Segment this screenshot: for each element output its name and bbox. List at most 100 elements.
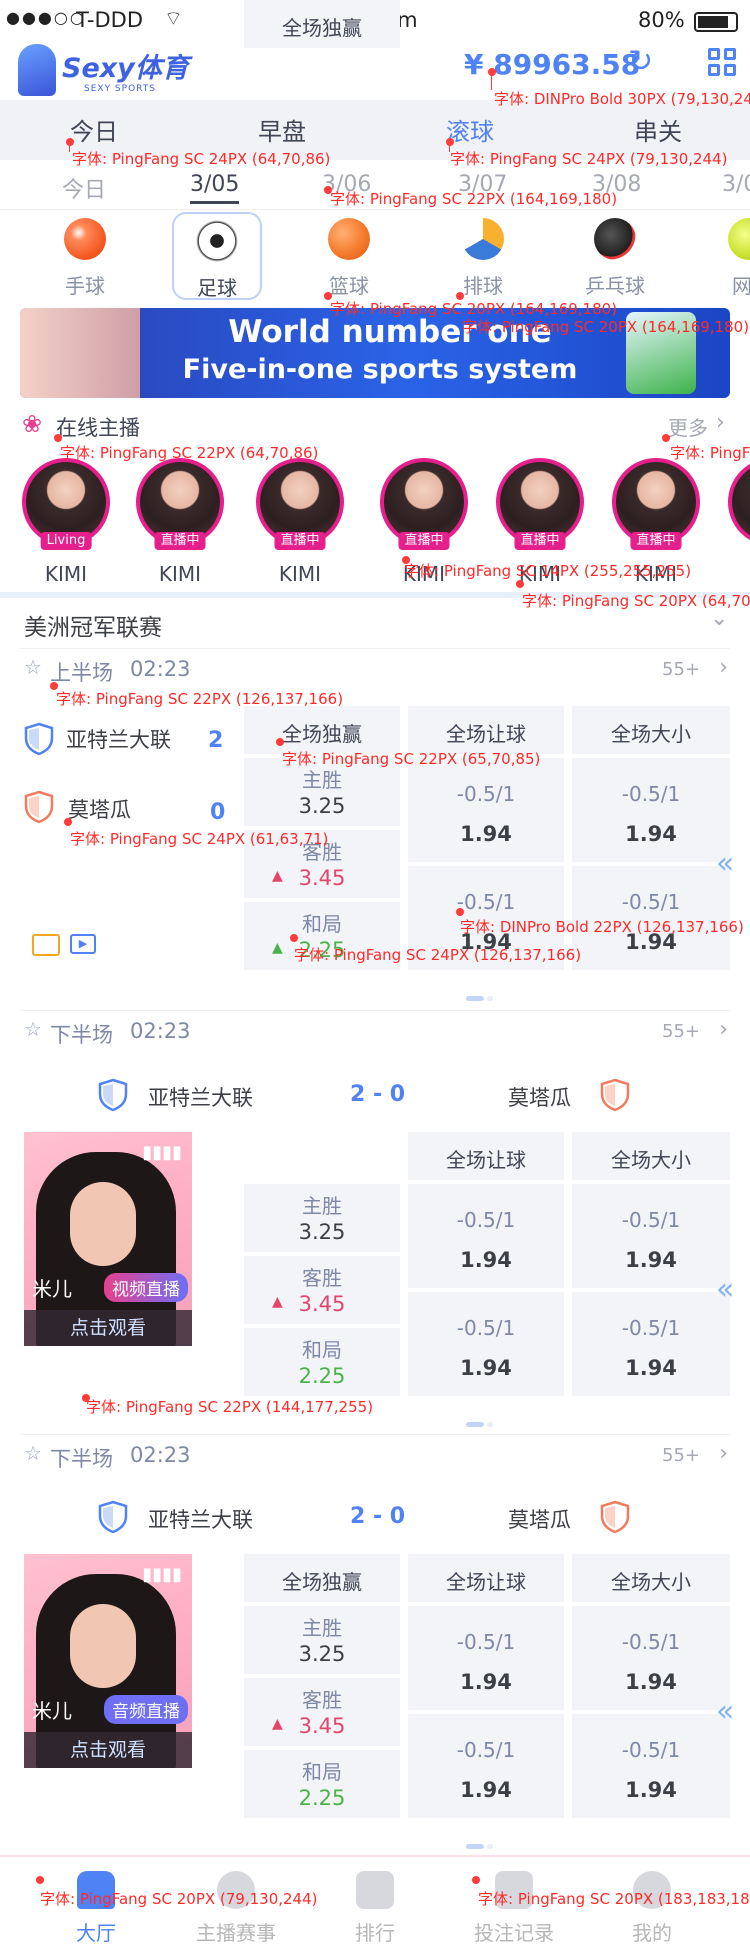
- live-badge: Living: [40, 532, 92, 550]
- chevron-left-double-icon[interactable]: «: [716, 1694, 734, 1729]
- home-score: 2: [208, 728, 224, 753]
- anchor-section-header: ❀ 在线主播 更多 ›: [0, 404, 750, 448]
- league-title: 美洲冠军联赛: [24, 615, 162, 641]
- odds-draw[interactable]: 和局 2.25: [244, 1328, 400, 1396]
- screen: ●●●○○ T-DDD ⌔ 1:43 pm 80% Sexy体育 SEXY SP…: [0, 0, 750, 1957]
- live-badge: 直播中: [630, 532, 682, 550]
- odds-over-under[interactable]: -0.5/1 1.94: [572, 1606, 730, 1710]
- star-icon[interactable]: ☆: [24, 1017, 42, 1041]
- date-today[interactable]: 今日: [62, 172, 106, 204]
- star-icon[interactable]: ☆: [24, 655, 42, 679]
- anchor-card[interactable]: [726, 452, 750, 588]
- live-badge: 直播中: [154, 532, 206, 550]
- home-team: 亚特兰大联: [66, 728, 171, 752]
- video-live-card[interactable]: ▮▮▮▮ 米儿 视频直播 点击观看: [24, 1132, 192, 1346]
- match-half: 下半场: [50, 1447, 113, 1471]
- market-count: 55+: [662, 1021, 700, 1042]
- nav-label: 投注记录: [474, 1921, 554, 1945]
- sport-handball[interactable]: 手球: [40, 212, 130, 304]
- watch-button[interactable]: 点击观看: [24, 1310, 192, 1346]
- match-header[interactable]: ☆ 下半场 02:23 55+ ›: [20, 1010, 730, 1050]
- match-header[interactable]: ☆ 上半场 02:23 55+ ›: [20, 648, 730, 688]
- tab-early[interactable]: 早盘: [258, 112, 306, 147]
- tennis-icon: [728, 218, 750, 260]
- live-badge: 直播中: [274, 532, 326, 550]
- equalizer-icon: ▮▮▮▮: [142, 1564, 182, 1585]
- refresh-icon[interactable]: ↻: [628, 44, 653, 79]
- market-count: 55+: [662, 659, 700, 680]
- anchor-card[interactable]: 直播中 KIMI: [130, 452, 230, 588]
- odds-handicap[interactable]: -0.5/1 1.94: [408, 1184, 564, 1288]
- odds-handicap[interactable]: -0.5/1 1.94: [408, 1606, 564, 1710]
- annotation-label: 字体: PingFang SC 22PX (164,169,180): [330, 190, 618, 208]
- sport-football[interactable]: 足球: [172, 212, 262, 300]
- away-team: 莫塔瓜: [508, 1508, 571, 1532]
- signal-icon: ●●●○○: [6, 8, 86, 27]
- nav-label: 大厅: [76, 1921, 116, 1945]
- watch-button[interactable]: 点击观看: [24, 1732, 192, 1768]
- match-clock: 02:23: [130, 657, 191, 681]
- anchor-card[interactable]: 直播中 KIMI: [250, 452, 350, 588]
- tab-today[interactable]: 今日: [70, 112, 118, 147]
- sport-tennis[interactable]: 网: [702, 212, 750, 304]
- annotation-label: 字体: PingFang SC 20PX (164,169,180): [330, 300, 618, 318]
- odds-home-win[interactable]: 主胜 3.25: [244, 1184, 400, 1252]
- logo-mark-icon: [18, 44, 56, 96]
- basketball-icon: [328, 218, 370, 260]
- chevron-right-icon[interactable]: ›: [719, 1441, 728, 1466]
- live-type-tag: 视频直播: [104, 1273, 188, 1302]
- equalizer-icon: ▮▮▮▮: [142, 1142, 182, 1163]
- tab-parlay[interactable]: 串关: [634, 112, 682, 147]
- star-icon[interactable]: ☆: [24, 1441, 42, 1465]
- col-header: 全场让球: [408, 1554, 564, 1602]
- market-count: 55+: [662, 1445, 700, 1466]
- odds-handicap[interactable]: -0.5/1 1.94: [408, 1292, 564, 1396]
- annotation-label: 字体: PingFang SC 22PX (64,70,86): [60, 444, 319, 462]
- away-shield-icon: [600, 1078, 630, 1112]
- odds-home-win[interactable]: 主胜 3.25: [244, 1606, 400, 1674]
- nav-label: 主播赛事: [196, 1921, 276, 1945]
- chevron-left-double-icon[interactable]: «: [716, 846, 734, 881]
- annotation-label: 字体: PingFang SC 22PX (65,70,85): [282, 750, 541, 768]
- date-0305[interactable]: 3/05: [190, 172, 240, 204]
- odds-over-under[interactable]: -0.5/1 1.94: [572, 1184, 730, 1288]
- wifi-icon: ⌔: [164, 6, 183, 30]
- col-header: 全场独赢: [244, 706, 400, 754]
- sport-basketball[interactable]: 篮球: [304, 212, 394, 304]
- odds-over-under[interactable]: -0.5/1 1.94: [572, 1714, 730, 1818]
- odds-draw[interactable]: 和局 2.25: [244, 1750, 400, 1818]
- match-half: 上半场: [50, 661, 113, 685]
- away-team: 莫塔瓜: [508, 1086, 571, 1110]
- odds-over-under[interactable]: -0.5/1 1.94: [572, 758, 730, 862]
- battery-label: 80%: [638, 8, 685, 32]
- chevron-right-icon[interactable]: ›: [719, 1017, 728, 1042]
- sport-volleyball[interactable]: 排球: [438, 212, 528, 304]
- match-header[interactable]: ☆ 下半场 02:23 55+ ›: [20, 1434, 730, 1474]
- odds-handicap[interactable]: -0.5/1 1.94: [408, 758, 564, 862]
- sport-label: 篮球: [329, 274, 369, 298]
- nav-label: 排行: [355, 1921, 395, 1945]
- chevron-right-icon[interactable]: ›: [716, 410, 725, 435]
- anchor-card[interactable]: Living KIMI: [16, 452, 116, 588]
- odds-away-win[interactable]: 客胜 ▲ 3.45: [244, 1678, 400, 1746]
- annotation-label: 字体: PingFang SC 20PX (183,183,183): [478, 1890, 750, 1908]
- col-header: 全场独赢: [244, 0, 400, 48]
- odds-away-win[interactable]: 客胜 ▲ 3.45: [244, 1256, 400, 1324]
- col-header: 全场让球: [408, 1132, 564, 1180]
- video-icon[interactable]: ▶: [70, 934, 96, 954]
- date-next[interactable]: 3/0: [722, 172, 750, 197]
- match-score: 2 - 0: [350, 1082, 406, 1107]
- pitch-icon[interactable]: [32, 934, 60, 956]
- sport-pingpong[interactable]: 乒乓球: [570, 212, 660, 304]
- chevron-right-icon[interactable]: ›: [719, 655, 728, 680]
- anchor-more-link[interactable]: 更多: [668, 412, 708, 441]
- odds-over-under[interactable]: -0.5/1 1.94: [572, 1292, 730, 1396]
- odds-handicap[interactable]: -0.5/1 1.94: [408, 1714, 564, 1818]
- nav-ranking[interactable]: 排行: [315, 1871, 435, 1946]
- audio-live-card[interactable]: ▮▮▮▮ 米儿 音频直播 点击观看: [24, 1554, 192, 1768]
- grid-menu-icon[interactable]: [708, 48, 736, 76]
- away-team: 莫塔瓜: [68, 798, 131, 822]
- home-team: 亚特兰大联: [148, 1508, 253, 1532]
- home-team: 亚特兰大联: [148, 1086, 253, 1110]
- chevron-left-double-icon[interactable]: «: [716, 1272, 734, 1307]
